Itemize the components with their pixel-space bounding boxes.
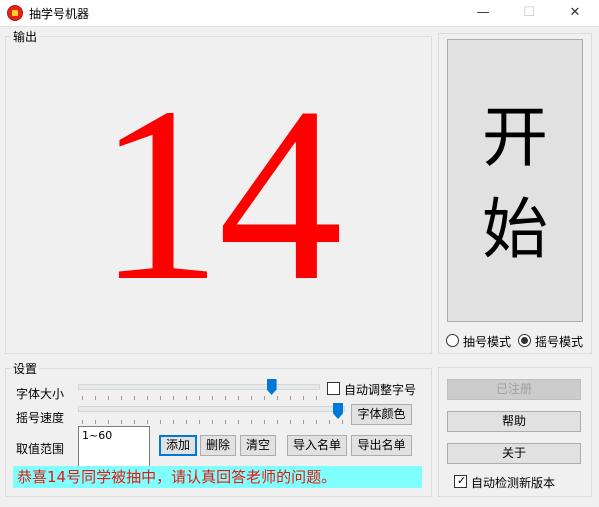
start-char-2: 始	[482, 191, 548, 268]
font-size-slider-track	[78, 384, 320, 390]
help-button[interactable]: 帮助	[447, 411, 581, 432]
auto-font-label: 自动调整字号	[344, 383, 417, 397]
speed-label: 摇号速度	[16, 411, 65, 425]
start-char-1: 开	[482, 99, 548, 176]
window-title: 抽学号机器	[29, 7, 90, 21]
speed-slider-track	[78, 406, 345, 412]
auto-font-checkbox[interactable]	[327, 382, 340, 395]
draw-mode-label: 抽号模式	[463, 335, 512, 349]
about-button[interactable]: 关于	[447, 443, 581, 464]
draw-mode-radio[interactable]	[446, 334, 459, 347]
maximize-button[interactable]: ☐	[506, 0, 552, 26]
font-size-label: 字体大小	[16, 387, 65, 401]
app-icon	[7, 5, 23, 21]
status-message: 恭喜14号同学被抽中，请认真回答老师的问题。	[13, 466, 422, 488]
auto-update-label: 自动检测新版本	[471, 476, 556, 490]
shake-mode-label: 摇号模式	[535, 335, 584, 349]
minimize-button[interactable]: —	[460, 0, 506, 26]
shake-mode-radio[interactable]	[518, 334, 531, 347]
settings-group-label: 设置	[11, 360, 40, 377]
start-button[interactable]: 开 始	[447, 39, 583, 322]
clear-button[interactable]: 清空	[240, 435, 276, 456]
close-button[interactable]: ✕	[552, 0, 598, 26]
import-list-button[interactable]: 导入名单	[287, 435, 347, 456]
delete-button[interactable]: 删除	[200, 435, 236, 456]
registered-button[interactable]: 已注册	[447, 379, 581, 400]
title-bar: 抽学号机器 — ☐ ✕	[0, 0, 599, 27]
auto-update-checkbox[interactable]: ✓	[454, 474, 467, 488]
export-list-button[interactable]: 导出名单	[351, 435, 412, 456]
speed-slider-ticks	[82, 420, 344, 424]
font-size-slider-ticks	[82, 396, 317, 400]
drawn-number: 14	[97, 56, 343, 333]
font-color-button[interactable]: 字体颜色	[351, 404, 412, 425]
add-button[interactable]: 添加	[159, 435, 197, 456]
range-label: 取值范围	[16, 442, 65, 456]
range-textbox[interactable]: 1~60	[78, 426, 150, 467]
